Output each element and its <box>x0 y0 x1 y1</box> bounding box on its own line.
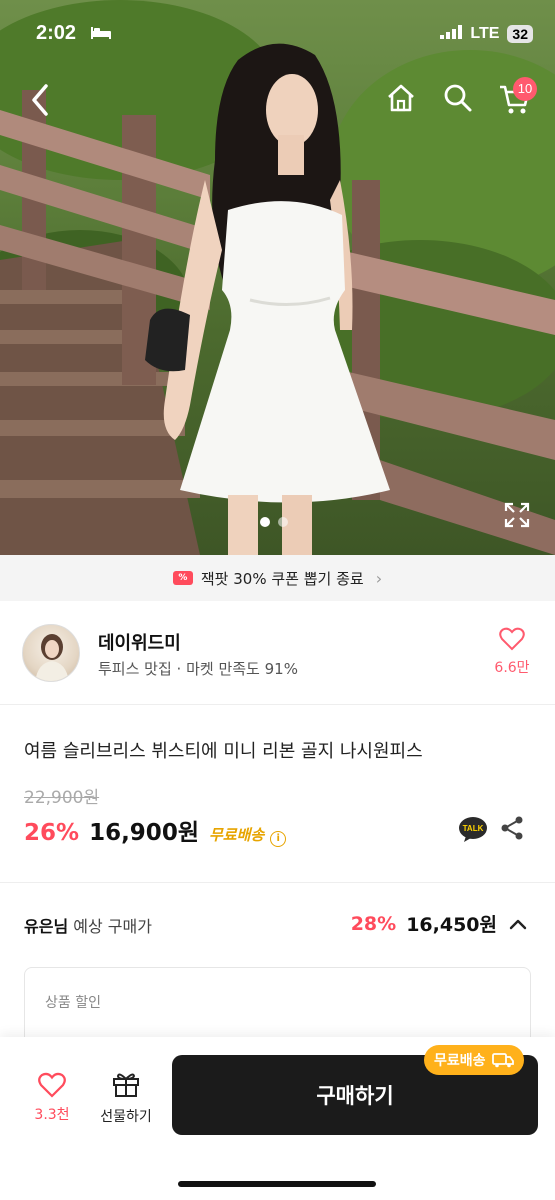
chevron-up-icon <box>509 919 527 929</box>
back-button[interactable] <box>26 82 56 118</box>
bottom-action-bar: 3.3천 선물하기 구매하기 무료배송 <box>0 1037 555 1200</box>
discount-rate: 26% <box>24 820 80 846</box>
battery-indicator: 32 <box>507 24 533 43</box>
free-shipping-badge-text: 무료배송 <box>434 1053 486 1069</box>
shop-name[interactable]: 데이위드미 <box>98 629 181 655</box>
product-image-carousel[interactable]: 2:02 LTE 32 10 <box>0 0 555 555</box>
like-count: 3.3천 <box>34 1107 70 1123</box>
carousel-dot <box>260 517 270 527</box>
coupon-banner-text: 잭팟 30% 쿠폰 뽑기 종료 <box>200 569 364 588</box>
heart-icon <box>499 627 525 651</box>
sleep-mode-icon <box>90 24 112 44</box>
section-divider <box>0 882 555 883</box>
kakao-talk-icon[interactable]: TALK <box>458 815 488 843</box>
gift-icon <box>113 1073 139 1097</box>
heart-icon <box>38 1072 66 1098</box>
user-name: 유은님 <box>24 917 69 936</box>
status-bar: 2:02 LTE 32 <box>0 0 555 70</box>
expand-icon[interactable] <box>504 502 530 528</box>
home-indicator <box>178 1181 376 1187</box>
shop-like-button[interactable]: 6.6만 <box>492 627 532 677</box>
cart-count-badge: 10 <box>513 77 537 101</box>
carousel-indicator <box>260 517 288 527</box>
gift-button[interactable]: 선물하기 <box>92 1070 160 1126</box>
chevron-right-icon: › <box>375 568 383 588</box>
carousel-dot <box>278 517 288 527</box>
status-time: 2:02 <box>36 22 77 44</box>
coupon-banner[interactable]: % 잭팟 30% 쿠폰 뽑기 종료 › <box>0 555 555 601</box>
shop-info[interactable]: 데이위드미 투피스 맛집 · 마켓 만족도 91% 6.6만 <box>0 601 555 705</box>
signal-icon <box>440 24 463 43</box>
product-title: 여름 슬리브리스 뷔스티에 미니 리본 골지 나시원피스 <box>24 741 423 762</box>
gift-label: 선물하기 <box>100 1109 152 1125</box>
svg-text:TALK: TALK <box>463 824 484 833</box>
shop-like-count: 6.6만 <box>494 660 530 676</box>
shop-subtitle: 투피스 맛집 · 마켓 만족도 91% <box>98 660 298 678</box>
expected-discount: 28% <box>350 912 397 935</box>
expected-price-toggle[interactable]: 28% 16,450원 <box>351 910 529 937</box>
expected-price-caption: 예상 구매가 <box>73 917 152 936</box>
original-price: 22,900원 <box>24 788 100 808</box>
shop-avatar[interactable] <box>22 624 80 682</box>
free-shipping-label: 무료배송 <box>208 826 265 844</box>
price-row: 26% 16,900원 무료배송 i <box>24 813 287 847</box>
sale-price: 16,900원 <box>89 820 199 846</box>
info-icon[interactable]: i <box>270 831 287 847</box>
free-shipping-badge: 무료배송 <box>424 1045 524 1075</box>
expected-price: 16,450원 <box>406 914 497 936</box>
network-type: LTE <box>470 24 500 42</box>
product-discount-label: 상품 할인 <box>45 995 101 1011</box>
expected-price-label: 유은님 예상 구매가 <box>24 913 152 937</box>
search-icon[interactable] <box>442 82 474 114</box>
truck-icon <box>491 1053 514 1068</box>
share-icon[interactable] <box>500 815 524 841</box>
like-button[interactable]: 3.3천 <box>22 1072 82 1124</box>
coupon-icon: % <box>172 571 193 585</box>
home-icon[interactable] <box>385 82 417 114</box>
